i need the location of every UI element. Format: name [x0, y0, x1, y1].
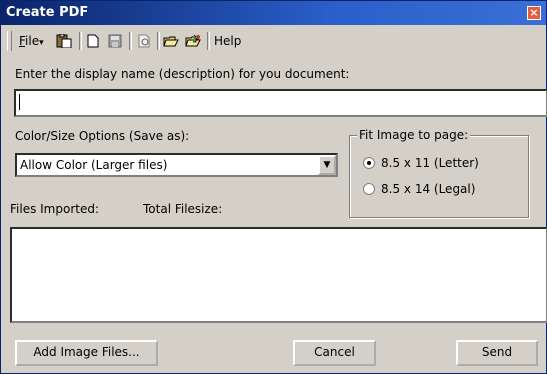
toolbar: File▾ Help — [3, 28, 544, 54]
file-menu-label: ile — [25, 34, 40, 48]
fit-image-title: Fit Image to page: — [357, 128, 471, 142]
toolbar-separator — [129, 32, 132, 50]
text-caret — [19, 94, 20, 110]
help-menu[interactable]: Help — [214, 32, 241, 50]
paste-icon[interactable] — [56, 34, 72, 48]
toolbar-separator — [157, 32, 160, 50]
window-title: Create PDF — [6, 5, 89, 20]
files-imported-label: Files Imported: — [10, 202, 100, 216]
send-button[interactable]: Send — [456, 340, 538, 366]
title-bar[interactable]: Create PDF × — [1, 1, 546, 25]
fit-image-groupbox — [349, 135, 529, 218]
color-size-selected: Allow Color (Larger files) — [20, 158, 168, 172]
radio-legal[interactable] — [363, 183, 375, 195]
close-button[interactable]: × — [527, 6, 541, 20]
cancel-button[interactable]: Cancel — [293, 340, 376, 366]
color-size-label: Color/Size Options (Save as): — [15, 129, 190, 143]
toolbar-separator — [79, 32, 82, 50]
chevron-down-icon: ▾ — [39, 38, 44, 48]
new-document-icon[interactable] — [85, 34, 101, 48]
radio-letter[interactable] — [363, 157, 375, 169]
save-icon[interactable] — [107, 34, 123, 48]
preview-icon[interactable] — [136, 34, 152, 48]
open-folder-icon[interactable] — [163, 34, 179, 48]
file-menu[interactable]: File▾ — [19, 32, 44, 50]
create-pdf-dialog: Create PDF × File▾ Help Enter the displa… — [0, 0, 547, 374]
total-filesize-label: Total Filesize: — [143, 202, 223, 216]
toolbar-grip[interactable] — [7, 31, 12, 51]
display-name-input[interactable] — [14, 89, 547, 117]
files-list[interactable] — [10, 227, 547, 323]
toolbar-separator — [207, 32, 210, 50]
dropdown-arrow-icon[interactable]: ▼ — [318, 155, 336, 175]
add-image-files-button[interactable]: Add Image Files... — [15, 340, 158, 366]
radio-legal-label[interactable]: 8.5 x 14 (Legal) — [381, 182, 475, 196]
import-folder-icon[interactable] — [185, 34, 201, 48]
display-name-label: Enter the display name (description) for… — [15, 67, 350, 81]
radio-letter-label[interactable]: 8.5 x 11 (Letter) — [381, 156, 479, 170]
color-size-select[interactable]: Allow Color (Larger files) ▼ — [15, 153, 338, 177]
